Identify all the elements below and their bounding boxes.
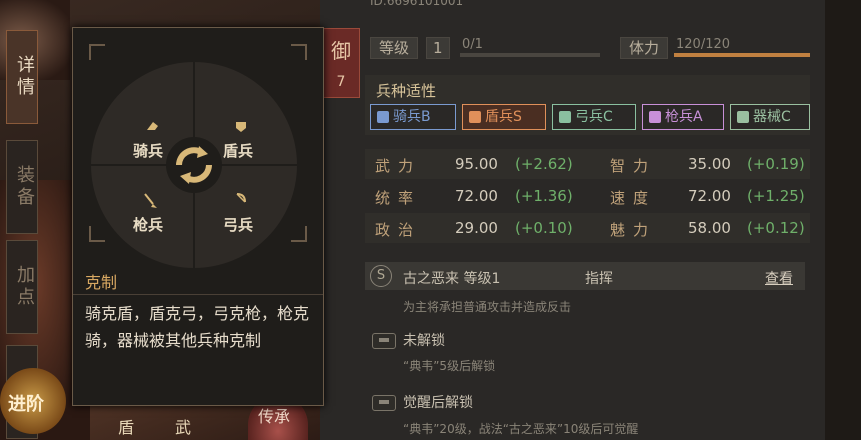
tab-attribute-points[interactable]: 加点 (6, 240, 38, 334)
unit-shield-label: 盾兵 (223, 142, 254, 160)
bow-icon (559, 111, 571, 123)
slot3-title: 觉醒后解锁 (403, 395, 473, 411)
counter-wheel-graphic (91, 62, 297, 268)
counter-wheel: 骑兵 盾兵 枪兵 弓兵 (91, 62, 297, 268)
stat-value: 95.00 (455, 155, 498, 173)
stat-name: 智力 (610, 157, 657, 175)
stat-value: 58.00 (688, 219, 731, 237)
level-value: 1 (426, 37, 450, 59)
tab-details[interactable]: 详情 (6, 30, 38, 124)
counter-popup: 骑兵 盾兵 枪兵 弓兵 克制 骑克盾，盾克弓，弓克枪，枪克骑，器械被其他兵种克制 (72, 27, 324, 406)
tab-shield[interactable]: 盾 (118, 414, 134, 438)
aptitude-chip-label: 骑兵B (393, 109, 431, 125)
stat-bonus: (+0.19) (747, 155, 805, 173)
exp-bar (460, 53, 600, 57)
stat-value: 72.00 (455, 187, 498, 205)
stat-row: 武力 95.00 (+2.62) 智力 35.00 (+0.19) (365, 149, 810, 179)
advance-label: 进阶 (8, 394, 44, 415)
shield-icon (469, 111, 481, 123)
popup-divider (73, 294, 323, 295)
inherit-label: 传承 (258, 407, 291, 426)
aptitude-chip-label: 盾兵S (485, 109, 522, 125)
view-skill-link[interactable]: 查看 (765, 268, 793, 288)
defense-value: 7 (336, 74, 346, 90)
stat-row: 政治 29.00 (+0.10) 魅力 58.00 (+0.12) (365, 213, 810, 243)
main-skill-name: 古之恶来 等级1 (403, 271, 501, 287)
stat-bonus: (+2.62) (515, 155, 573, 173)
stat-name: 速度 (610, 189, 657, 207)
stamina-label: 体力 (620, 37, 669, 59)
stamina-bar-track (674, 53, 810, 57)
aptitude-chip[interactable]: 弓兵C (552, 104, 636, 130)
player-id: ID:6696101001 (370, 0, 464, 8)
popup-corner-ornament (291, 44, 307, 60)
skill-rank-badge: S (370, 265, 392, 287)
stat-bonus: (+0.10) (515, 219, 573, 237)
main-skill-desc: 为主将承担普通攻击并造成反击 (403, 300, 572, 314)
popup-description: 骑克盾，盾克弓，弓克枪，枪克骑，器械被其他兵种克制 (85, 304, 310, 350)
aptitude-chip[interactable]: 骑兵B (370, 104, 456, 130)
aptitude-title: 兵种适性 (376, 82, 437, 100)
spear-icon (649, 111, 661, 123)
slot2-desc: “典韦”5级后解锁 (403, 359, 496, 373)
aptitude-chip[interactable]: 盾兵S (462, 104, 546, 130)
exp-text: 0/1 (462, 37, 483, 52)
unit-spear-label: 枪兵 (133, 216, 164, 234)
main-skill-type: 指挥 (585, 271, 613, 287)
stat-value: 35.00 (688, 155, 731, 173)
aptitude-chip[interactable]: 器械C (730, 104, 810, 130)
aptitude-chip[interactable]: 枪兵A (642, 104, 724, 130)
popup-corner-ornament (89, 44, 105, 60)
stamina-bar-fill (674, 53, 810, 57)
right-tab-bar (825, 0, 861, 440)
popup-title: 克制 (85, 273, 118, 292)
stat-bonus: (+0.12) (747, 219, 805, 237)
aptitude-chip-label: 弓兵C (575, 109, 613, 125)
unit-bow-label: 弓兵 (223, 216, 254, 234)
aptitude-chip-label: 枪兵A (665, 109, 703, 125)
aptitude-chip-label: 器械C (753, 109, 791, 125)
horse-icon (377, 111, 389, 123)
tab-wu[interactable]: 武 (175, 414, 191, 438)
gear-icon (737, 111, 749, 123)
defense-label: 御 (331, 39, 351, 63)
stat-row: 统率 72.00 (+1.36) 速度 72.00 (+1.25) (365, 181, 810, 211)
slot2-title: 未解锁 (403, 333, 445, 349)
stat-name: 政治 (375, 221, 422, 239)
level-label: 等级 (370, 37, 419, 59)
stat-name: 魅力 (610, 221, 657, 239)
stat-name: 统率 (375, 189, 422, 207)
lock-icon (372, 333, 396, 349)
stat-name: 武力 (375, 157, 422, 175)
lock-icon (372, 395, 396, 411)
stamina-text: 120/120 (676, 37, 731, 52)
defense-badge: 御 7 (322, 28, 360, 98)
stat-bonus: (+1.36) (515, 187, 573, 205)
stat-bonus: (+1.25) (747, 187, 805, 205)
stat-value: 29.00 (455, 219, 498, 237)
slot3-desc: “典韦”20级，战法“古之恶来”10级后可觉醒 (403, 422, 639, 436)
unit-cavalry-label: 骑兵 (133, 142, 164, 160)
stat-value: 72.00 (688, 187, 731, 205)
advance-button[interactable]: 进阶 (0, 368, 66, 434)
tab-equipment[interactable]: 装备 (6, 140, 38, 234)
